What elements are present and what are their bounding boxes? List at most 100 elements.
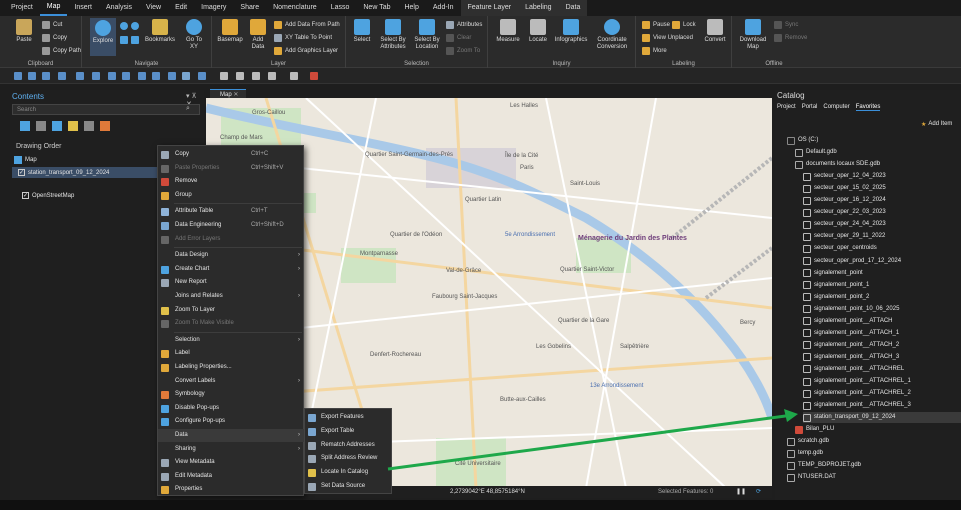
menu-analysis[interactable]: Analysis	[99, 0, 139, 16]
forward-icon[interactable]	[152, 72, 160, 80]
catalog-tab-project[interactable]: Project	[777, 104, 796, 111]
context-menu-item-sharing[interactable]: Sharing ›	[158, 443, 305, 456]
list-by-editing-icon[interactable]	[68, 121, 78, 131]
undo-icon[interactable]	[58, 72, 66, 80]
data-submenu-item-export-table[interactable]: Export Table	[305, 425, 393, 438]
catalog-item-rel[interactable]: signalement_point__ATTACHREL_3	[803, 400, 911, 411]
catalog-item-rel[interactable]: signalement_point__ATTACHREL_1	[803, 376, 911, 387]
catalog-item-fc[interactable]: secteur_oper_centroids	[803, 243, 877, 254]
tool-icon[interactable]	[290, 72, 298, 80]
tool-icon[interactable]	[28, 72, 36, 80]
catalog-item-table[interactable]: signalement_point__ATTACH_2	[803, 340, 899, 351]
catalog-item-fc[interactable]: signalement_point	[803, 268, 863, 279]
download-map-button[interactable]: Download Map	[736, 19, 770, 51]
catalog-item-table[interactable]: signalement_point__ATTACH_1	[803, 328, 899, 339]
tool-icon[interactable]	[252, 72, 260, 80]
catalog-item-table[interactable]: signalement_point__ATTACH_3	[803, 352, 899, 363]
xy-table-button[interactable]: XY Table To Point	[274, 34, 332, 42]
layer-visibility-checkbox[interactable]: ✓	[18, 169, 25, 176]
menu-data[interactable]: Data	[558, 0, 588, 16]
menu-map[interactable]: Map	[39, 0, 68, 16]
context-menu-item-remove[interactable]: Remove	[158, 175, 305, 188]
lock-button[interactable]: Lock	[672, 21, 696, 29]
tool-icon[interactable]	[198, 72, 206, 80]
catalog-item-fc[interactable]: secteur_oper_12_04_2023	[803, 171, 886, 182]
copy-button[interactable]: Copy	[42, 34, 67, 42]
menu-lasso[interactable]: Lasso	[324, 0, 357, 16]
context-menu-item-paste-properties[interactable]: Paste Properties Ctrl+Shift+V	[158, 162, 305, 175]
context-menu-item-selection[interactable]: Selection ›	[158, 334, 305, 347]
tool-icon[interactable]	[42, 72, 50, 80]
context-menu-item-add-error-layers[interactable]: Add Error Layers	[158, 233, 305, 246]
locate-button[interactable]: Locate	[526, 19, 550, 44]
menu-help[interactable]: Help	[397, 0, 425, 16]
catalog-item-table[interactable]: signalement_point__ATTACH	[803, 316, 892, 327]
measure-button[interactable]: Measure	[494, 19, 522, 44]
context-menu-item-new-report[interactable]: New Report	[158, 276, 305, 289]
clear-button[interactable]: Clear	[446, 34, 471, 42]
context-menu-item-symbology[interactable]: Symbology	[158, 388, 305, 401]
sync-button[interactable]: Sync	[774, 21, 798, 29]
layer-visibility-checkbox[interactable]: ✓	[22, 192, 29, 199]
copy-path-button[interactable]: Copy Path	[42, 47, 81, 55]
context-menu-item-data[interactable]: Data ›	[158, 429, 305, 442]
context-menu-item-view-metadata[interactable]: View Metadata	[158, 456, 305, 469]
catalog-item-rel[interactable]: signalement_point__ATTACHREL_2	[803, 388, 911, 399]
select-by-location-button[interactable]: Select By Location	[412, 19, 442, 51]
context-menu-item-zoom-to-layer[interactable]: Zoom To Layer	[158, 304, 305, 317]
context-menu-item-create-chart[interactable]: Create Chart ›	[158, 263, 305, 276]
menu-imagery[interactable]: Imagery	[194, 0, 233, 16]
data-submenu-item-split-address-review[interactable]: Split Address Review	[305, 452, 393, 465]
back-icon[interactable]	[138, 72, 146, 80]
context-menu-item-convert-labels[interactable]: Convert Labels ›	[158, 375, 305, 388]
select-by-attributes-button[interactable]: Select By Attributes	[378, 19, 408, 51]
context-menu-item-labeling-properties[interactable]: Labeling Properties...	[158, 361, 305, 374]
context-menu-item-disable-pop-ups[interactable]: Disable Pop-ups	[158, 402, 305, 415]
catalog-item-fc[interactable]: secteur_oper_29_11_2022	[803, 231, 885, 242]
tool-icon[interactable]	[268, 72, 276, 80]
catalog-tab-favorites[interactable]: Favorites	[855, 104, 881, 111]
add-data-button[interactable]: Add Data	[246, 19, 270, 51]
tool-icon[interactable]	[168, 72, 176, 80]
data-submenu-item-export-features[interactable]: Export Features	[305, 411, 393, 424]
list-by-selection-icon[interactable]	[52, 121, 62, 131]
context-menu-item-copy[interactable]: Copy Ctrl+C	[158, 148, 305, 161]
select-button[interactable]: Select	[350, 19, 374, 44]
attributes-button[interactable]: Attributes	[446, 21, 482, 29]
cut-button[interactable]: Cut	[42, 21, 62, 29]
catalog-item-fc[interactable]: signalement_point_2	[803, 292, 869, 303]
view-unplaced-button[interactable]: View Unplaced	[642, 34, 693, 42]
refresh-icon[interactable]: ⟳	[756, 488, 761, 495]
bookmarks-button[interactable]: Bookmarks	[144, 19, 176, 44]
data-submenu-item-set-data-source[interactable]: Set Data Source	[305, 480, 393, 493]
catalog-item-fc[interactable]: station_transport_09_12_2024	[803, 412, 961, 424]
zoom-out-icon[interactable]	[122, 72, 130, 80]
catalog-item-fc[interactable]: signalement_point_10_06_2025	[803, 304, 899, 315]
layer-item-openstreetmap[interactable]: ✓ OpenStreetMap	[22, 192, 74, 199]
catalog-item-fc[interactable]: secteur_oper_22_03_2023	[803, 207, 886, 218]
context-menu-item-label[interactable]: Label	[158, 347, 305, 360]
catalog-item-rel[interactable]: signalement_point__ATTACHREL	[803, 364, 904, 375]
menu-insert[interactable]: Insert	[67, 0, 99, 16]
goto-xy-button[interactable]: Go To XY	[182, 19, 206, 51]
redo-icon[interactable]	[76, 72, 84, 80]
context-menu-item-data-engineering[interactable]: Data Engineering Ctrl+Shift+D	[158, 219, 305, 232]
menu-add-in[interactable]: Add-In	[426, 0, 461, 16]
basemap-button[interactable]: Basemap	[216, 19, 244, 44]
context-menu-item-configure-pop-ups[interactable]: Configure Pop-ups	[158, 415, 305, 428]
convert-button[interactable]: Convert	[702, 19, 728, 44]
add-graphics-button[interactable]: Add Graphics Layer	[274, 47, 338, 55]
list-by-source-icon[interactable]	[36, 121, 46, 131]
list-by-snapping-icon[interactable]	[84, 121, 94, 131]
infographics-button[interactable]: Infographics	[552, 19, 590, 44]
pause-button[interactable]: Pause	[642, 21, 670, 29]
catalog-tab-portal[interactable]: Portal	[802, 104, 818, 111]
catalog-item-fc[interactable]: secteur_oper_15_02_2025	[803, 183, 886, 194]
zoom-in-icon[interactable]	[108, 72, 116, 80]
add-item-button[interactable]: ★ Add Item	[921, 121, 952, 128]
catalog-item-fc[interactable]: secteur_oper_24_04_2023	[803, 219, 886, 230]
menu-labeling[interactable]: Labeling	[518, 0, 559, 16]
list-by-labeling-icon[interactable]	[100, 121, 110, 131]
menu-new-tab[interactable]: New Tab	[356, 0, 397, 16]
remove-offline-button[interactable]: Remove	[774, 34, 807, 42]
